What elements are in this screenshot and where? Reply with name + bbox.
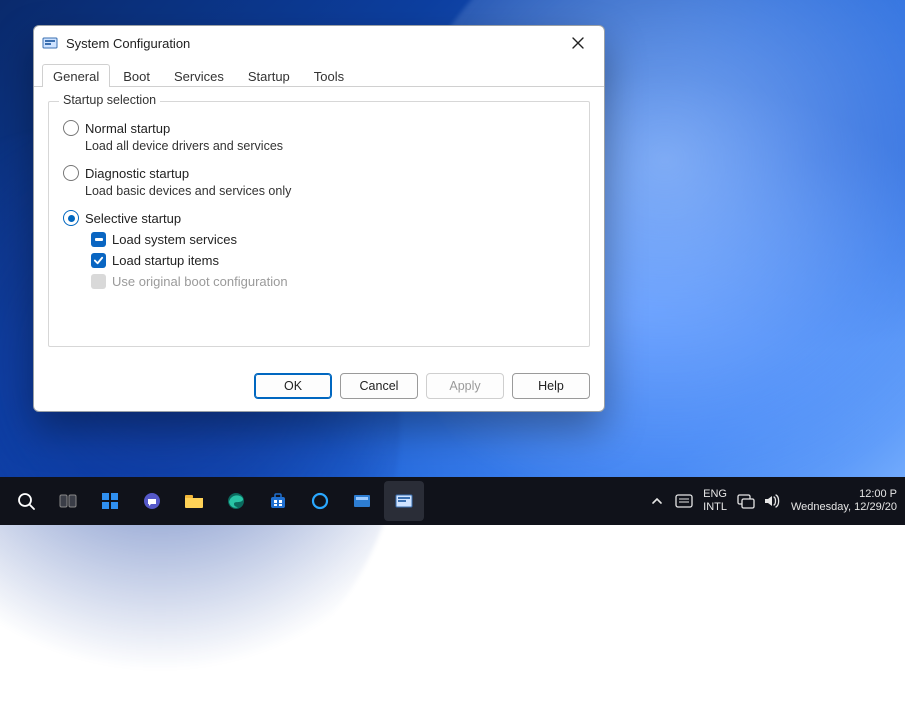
tray-status-icons[interactable] — [737, 493, 781, 509]
file-explorer-icon[interactable] — [174, 481, 214, 521]
taskbar-clock[interactable]: 12:00 P Wednesday, 12/29/20 — [791, 488, 897, 514]
subopt-label: Load system services — [112, 232, 237, 247]
dialog-buttons: OK Cancel Apply Help — [34, 367, 604, 411]
lang-bottom: INTL — [703, 501, 727, 514]
tray-overflow-icon[interactable] — [649, 493, 665, 509]
msconfig-icon — [42, 35, 58, 51]
radio-icon[interactable] — [63, 165, 79, 181]
tab-tools[interactable]: Tools — [303, 64, 355, 87]
tab-general[interactable]: General — [42, 64, 110, 87]
task-view-icon[interactable] — [48, 481, 88, 521]
language-indicator[interactable]: ENG INTL — [703, 488, 727, 514]
selective-suboptions: Load system services Load startup items … — [91, 232, 575, 289]
clock-time: 12:00 P — [791, 488, 897, 501]
radio-icon[interactable] — [63, 210, 79, 226]
clock-date: Wednesday, 12/29/20 — [791, 501, 897, 514]
option-selective-startup[interactable]: Selective startup Load system services L… — [63, 210, 575, 289]
option-diagnostic-startup[interactable]: Diagnostic startup Load basic devices an… — [63, 165, 575, 198]
titlebar[interactable]: System Configuration — [34, 26, 604, 60]
cortana-icon[interactable] — [300, 481, 340, 521]
subopt-load-system-services[interactable]: Load system services — [91, 232, 575, 247]
network-icon[interactable] — [737, 493, 755, 509]
taskbar[interactable]: ENG INTL 12:00 P Wednesday, 12/29/20 — [0, 477, 905, 525]
tab-strip: General Boot Services Startup Tools — [34, 60, 604, 87]
checkbox-indeterminate-icon[interactable] — [91, 232, 106, 247]
subopt-label: Use original boot configuration — [112, 274, 288, 289]
app-icon[interactable] — [342, 481, 382, 521]
option-normal-startup[interactable]: Normal startup Load all device drivers a… — [63, 120, 575, 153]
cancel-button[interactable]: Cancel — [340, 373, 418, 399]
edge-icon[interactable] — [216, 481, 256, 521]
lang-top: ENG — [703, 488, 727, 501]
dialog-body: Startup selection Normal startup Load al… — [34, 87, 604, 367]
chat-icon[interactable] — [132, 481, 172, 521]
startup-selection-group: Startup selection Normal startup Load al… — [48, 101, 590, 347]
subopt-label: Load startup items — [112, 253, 219, 268]
tab-services[interactable]: Services — [163, 64, 235, 87]
taskbar-left — [0, 481, 424, 521]
option-label: Normal startup — [85, 121, 170, 136]
keyboard-icon[interactable] — [675, 494, 693, 508]
widgets-icon[interactable] — [90, 481, 130, 521]
ok-button[interactable]: OK — [254, 373, 332, 399]
option-desc: Load basic devices and services only — [85, 184, 575, 198]
msconfig-taskbar-icon[interactable] — [384, 481, 424, 521]
search-icon[interactable] — [6, 481, 46, 521]
option-label: Diagnostic startup — [85, 166, 189, 181]
volume-icon[interactable] — [763, 493, 781, 509]
taskbar-tray: ENG INTL 12:00 P Wednesday, 12/29/20 — [649, 488, 905, 514]
system-configuration-window: System Configuration General Boot Servic… — [33, 25, 605, 412]
checkbox-checked-icon[interactable] — [91, 253, 106, 268]
help-button[interactable]: Help — [512, 373, 590, 399]
radio-icon[interactable] — [63, 120, 79, 136]
option-label: Selective startup — [85, 211, 181, 226]
apply-button: Apply — [426, 373, 504, 399]
window-title: System Configuration — [66, 36, 556, 51]
tab-boot[interactable]: Boot — [112, 64, 161, 87]
store-icon[interactable] — [258, 481, 298, 521]
tab-startup[interactable]: Startup — [237, 64, 301, 87]
subopt-use-original-boot: Use original boot configuration — [91, 274, 575, 289]
close-button[interactable] — [556, 28, 600, 58]
fieldset-legend: Startup selection — [59, 93, 160, 107]
checkbox-disabled-icon — [91, 274, 106, 289]
subopt-load-startup-items[interactable]: Load startup items — [91, 253, 575, 268]
option-desc: Load all device drivers and services — [85, 139, 575, 153]
